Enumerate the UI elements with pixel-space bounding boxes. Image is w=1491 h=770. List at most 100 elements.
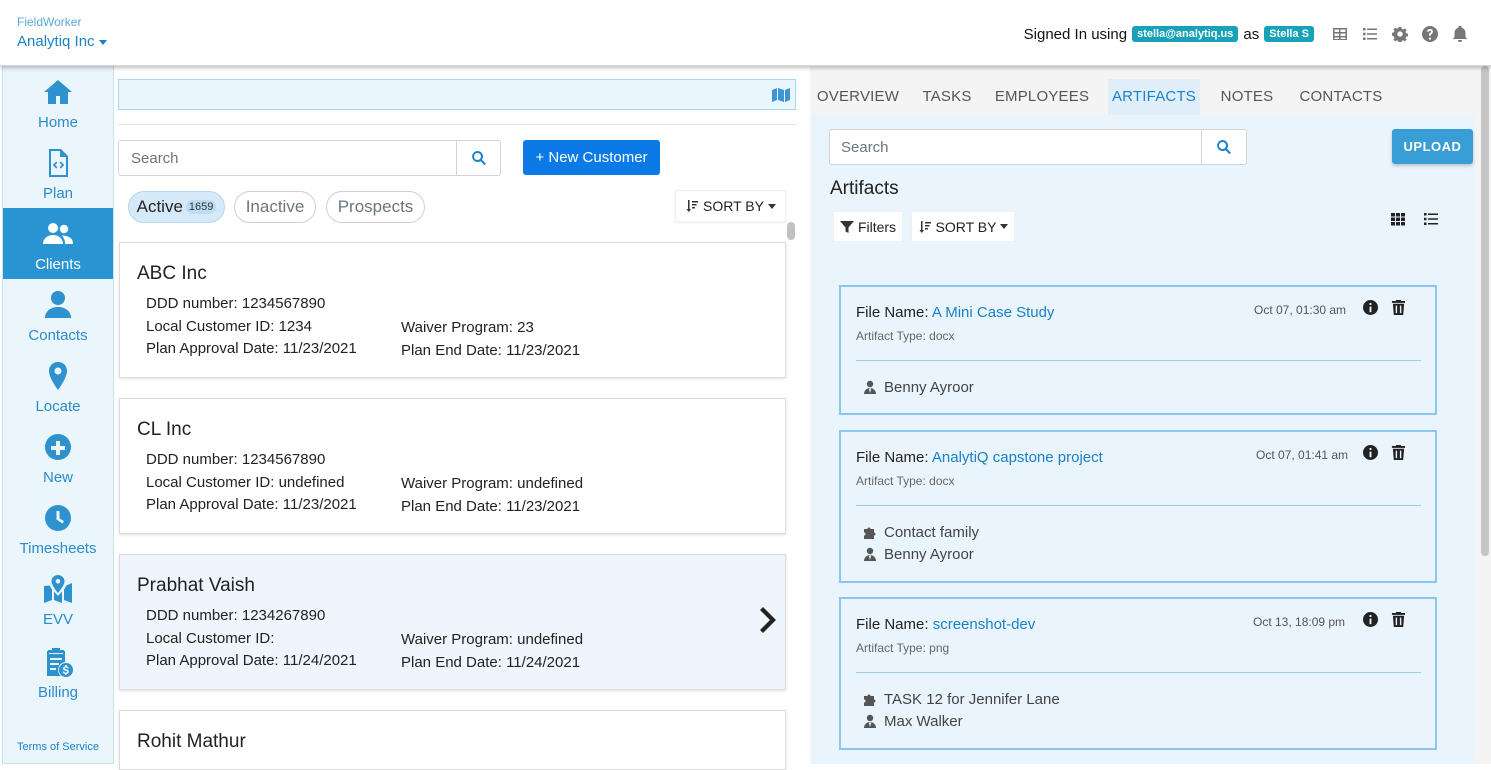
map-bar[interactable]: [118, 79, 796, 110]
waiver-label: Waiver Program:: [401, 475, 513, 492]
sidebar-item-evv[interactable]: EVV: [3, 563, 113, 634]
as-label: as: [1243, 25, 1260, 43]
scrollbar[interactable]: [787, 222, 795, 240]
local-id-label: Local Customer ID:: [146, 474, 275, 491]
artifact-reference: Benny Ayroor: [863, 546, 974, 563]
reference-text: Max Walker: [884, 713, 963, 730]
sidebar-item-timesheets[interactable]: Timesheets: [3, 492, 113, 563]
customer-name: CL Inc: [137, 419, 192, 440]
customer-card[interactable]: Prabhat Vaish DDD number: 1234267890 Loc…: [119, 554, 786, 690]
plan-end-date: Plan End Date: 11/23/2021: [401, 342, 580, 359]
artifact-card[interactable]: File Name: screenshot-dev Artifact Type:…: [839, 597, 1437, 750]
artifact-file-link[interactable]: screenshot-dev: [933, 616, 1036, 633]
chevron-right-icon[interactable]: [755, 607, 777, 633]
customer-card[interactable]: Rohit Mathur: [119, 710, 786, 770]
sidebar-item-new[interactable]: New: [3, 421, 113, 492]
artifact-sort-by-button[interactable]: SORT BY: [911, 211, 1015, 242]
file-code-icon: [42, 147, 74, 179]
artifact-file-link[interactable]: AnalytiQ capstone project: [932, 449, 1103, 466]
customer-search-button[interactable]: [456, 140, 501, 176]
top-header: FieldWorker Analytiq Inc Signed In using…: [0, 0, 1491, 66]
plan-end-date: Plan End Date: 11/23/2021: [401, 498, 580, 515]
filter-prospects[interactable]: Prospects: [326, 191, 425, 223]
sidebar-item-clients[interactable]: Clients: [3, 208, 113, 279]
filter-inactive[interactable]: Inactive: [234, 191, 316, 223]
filters-button[interactable]: Filters: [833, 211, 903, 242]
list-view-icon[interactable]: [1423, 211, 1439, 227]
info-icon[interactable]: [1363, 445, 1379, 461]
plan-end-label: Plan End Date:: [401, 498, 502, 515]
sidebar-item-home[interactable]: Home: [3, 66, 113, 137]
tab-overview[interactable]: OVERVIEW: [812, 79, 904, 115]
sidebar-item-contacts[interactable]: Contacts: [3, 279, 113, 350]
plan-end-date: Plan End Date: 11/24/2021: [401, 654, 580, 671]
org-name: Analytiq Inc: [17, 33, 95, 50]
artifact-file-link[interactable]: A Mini Case Study: [932, 304, 1055, 321]
bell-icon[interactable]: [1451, 25, 1469, 43]
sidebar: Home Plan Clients Contacts Locate New Ti…: [2, 66, 114, 764]
sidebar-item-label: Billing: [37, 684, 79, 701]
gear-icon[interactable]: [1391, 25, 1409, 43]
tab-notes[interactable]: NOTES: [1216, 79, 1278, 115]
artifact-card[interactable]: File Name: A Mini Case Study Artifact Ty…: [839, 285, 1437, 415]
sort-by-label: SORT BY: [703, 198, 764, 214]
artifact-search-button[interactable]: [1201, 129, 1247, 165]
waiver-program: Waiver Program: undefined: [401, 475, 583, 492]
list-icon[interactable]: [1361, 25, 1379, 43]
clock-icon: [42, 502, 74, 534]
new-customer-button[interactable]: + New Customer: [523, 140, 660, 175]
email-badge: stella@analytiq.us: [1132, 26, 1239, 42]
ddd-number: DDD number: 1234567890: [146, 451, 325, 468]
file-name-label: File Name:: [856, 449, 929, 466]
org-dropdown[interactable]: Analytiq Inc: [17, 33, 107, 50]
sidebar-item-billing[interactable]: Billing: [3, 636, 113, 707]
plan-end-value: 11/23/2021: [506, 498, 581, 515]
artifact-card[interactable]: File Name: AnalytiQ capstone project Art…: [839, 430, 1437, 583]
artifact-search-input[interactable]: [829, 129, 1203, 165]
trash-icon[interactable]: [1391, 612, 1407, 628]
grid-view-icon[interactable]: [1390, 211, 1406, 227]
puzzle-icon: [863, 692, 878, 707]
artifact-file-name: File Name: A Mini Case Study: [856, 304, 1054, 321]
artifact-reference: Contact family: [863, 524, 979, 541]
filter-active[interactable]: Active 1659: [128, 191, 225, 223]
map-icon[interactable]: [772, 86, 790, 104]
trash-icon[interactable]: [1391, 445, 1407, 461]
help-icon[interactable]: [1421, 25, 1439, 43]
artifact-type: Artifact Type: docx: [856, 329, 955, 343]
filter-icon: [839, 220, 854, 233]
sidebar-item-locate[interactable]: Locate: [3, 350, 113, 421]
file-name-label: File Name:: [856, 304, 929, 321]
tab-contacts[interactable]: CONTACTS: [1294, 79, 1388, 115]
table-icon[interactable]: [1331, 25, 1349, 43]
artifact-reference: TASK 12 for Jennifer Lane: [863, 691, 1060, 708]
trash-icon[interactable]: [1391, 300, 1407, 316]
tab-employees[interactable]: EMPLOYEES: [990, 79, 1094, 115]
map-location-icon: [42, 573, 74, 605]
sidebar-item-plan[interactable]: Plan: [3, 137, 113, 208]
upload-button[interactable]: UPLOAD: [1392, 129, 1473, 164]
caret-down-icon: [1000, 224, 1009, 229]
customer-search-input[interactable]: [118, 140, 458, 176]
customer-card[interactable]: CL Inc DDD number: 1234567890 Local Cust…: [119, 398, 786, 534]
tab-tasks[interactable]: TASKS: [914, 79, 980, 115]
ddd-value: 1234567890: [241, 295, 326, 312]
plan-approval-date: Plan Approval Date: 11/23/2021: [146, 496, 357, 513]
ddd-label: DDD number:: [146, 295, 238, 312]
active-count-badge: 1659: [185, 200, 217, 214]
info-icon[interactable]: [1363, 300, 1379, 316]
info-icon[interactable]: [1363, 612, 1379, 628]
customer-card[interactable]: ABC Inc DDD number: 1234567890 Local Cus…: [119, 242, 786, 378]
invoice-dollar-icon: [42, 646, 74, 678]
sort-by-button[interactable]: SORT BY: [675, 190, 786, 222]
waiver-value: undefined: [517, 631, 584, 648]
plan-end-label: Plan End Date:: [401, 654, 502, 671]
reference-text: TASK 12 for Jennifer Lane: [884, 691, 1060, 708]
tab-artifacts[interactable]: ARTIFACTS: [1108, 79, 1200, 115]
user-badge[interactable]: Stella S: [1264, 26, 1314, 42]
home-icon: [42, 76, 74, 108]
scrollbar[interactable]: [1481, 66, 1489, 556]
plan-approval-date: Plan Approval Date: 11/23/2021: [146, 340, 357, 357]
sidebar-item-label: Plan: [42, 185, 74, 202]
terms-of-service-link[interactable]: Terms of Service: [3, 741, 113, 753]
